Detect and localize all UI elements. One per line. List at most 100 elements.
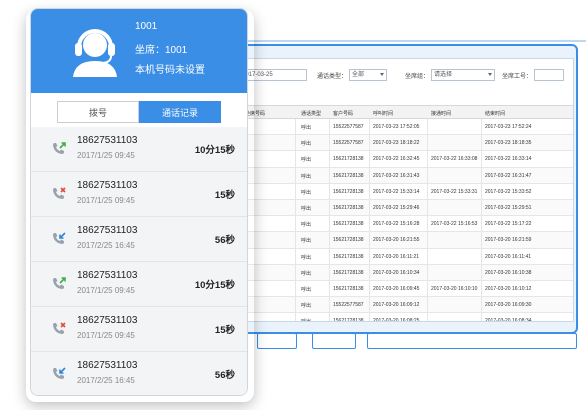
table-row[interactable]: 呼出 15621728138 2017-03-22 16:31:43 2017-03-… xyxy=(237,167,573,184)
column-divider xyxy=(329,183,330,199)
table-row[interactable]: 呼出 15621728138 2017-03-20 16:10:34 2017-03-… xyxy=(237,264,573,281)
phone-incoming-icon xyxy=(51,366,67,382)
column-divider xyxy=(369,135,370,151)
call-duration: 15秒 xyxy=(214,190,235,201)
call-number: 18627531103 xyxy=(77,225,138,236)
table-row[interactable]: 呼出 15522577587 2017-03-20 16:09:12 2017-03-… xyxy=(237,297,573,314)
seat-id-input[interactable] xyxy=(534,69,565,81)
table-cell: 2017-03-20 16:10:38 xyxy=(485,269,532,276)
call-duration: 10分15秒 xyxy=(194,280,235,291)
table-cell: 15621728138 xyxy=(333,204,364,211)
call-log-item[interactable]: 18627531103 2017/1/25 09:45 15秒 xyxy=(31,172,247,217)
column-divider xyxy=(427,199,428,216)
column-divider xyxy=(481,280,482,297)
column-divider xyxy=(369,151,370,167)
table-cell: 15522577587 xyxy=(333,124,364,130)
table-cell: 2017-03-23 17:52:24 xyxy=(485,124,532,130)
table-row[interactable]: 呼出 15621728138 2017-03-22 16:32:45 2017-03-… xyxy=(237,151,573,168)
column-divider xyxy=(329,135,330,151)
column-divider xyxy=(369,280,370,297)
phone-incoming-icon xyxy=(51,231,67,247)
seat-group-label: 坐席组： xyxy=(405,73,430,80)
col-header: 呼叫时间 xyxy=(373,111,394,117)
call-date: 2017/1/25 09:45 xyxy=(77,331,135,340)
col-header: 通话类型 xyxy=(301,111,322,117)
agent-header: 1001 坐席：1001 本机号码未设置 xyxy=(31,9,247,93)
tab-call-log[interactable]: 通话记录 xyxy=(139,101,221,123)
chevron-down-icon xyxy=(488,73,493,76)
call-log-item[interactable]: 18627531103 2017/1/25 09:45 10分15秒 xyxy=(31,262,247,307)
column-divider xyxy=(369,313,370,321)
table-cell: 2017-03-22 16:31:47 xyxy=(485,172,532,179)
column-divider xyxy=(427,264,428,280)
column-divider xyxy=(369,264,370,280)
table-cell: 15621728138 xyxy=(333,237,364,244)
table-cell: 呼出 xyxy=(301,157,312,164)
phone-outgoing-icon xyxy=(51,276,67,292)
table-row[interactable]: 呼出 15621728138 2017-03-20 16:08:25 2017-03-… xyxy=(237,313,573,321)
table-cell: 2017-03-23 18:18:35 xyxy=(485,140,532,147)
table-cell: 15621728138 xyxy=(333,253,364,260)
table-cell: 15522577587 xyxy=(333,140,364,147)
table-row[interactable]: 呼出 15621728138 2017-03-20 16:09:45 2017-03-… xyxy=(237,280,573,298)
table-row[interactable]: 呼出 15621728138 2017-03-20 16:11:21 2017-03-… xyxy=(237,248,573,265)
table-row[interactable]: 呼出 15621728138 2017-03-22 15:29:46 2017-03-… xyxy=(237,199,573,217)
table-cell: 2017-03-22 15:33:52 xyxy=(485,188,532,195)
table-cell: 2017-03-22 15:29:46 xyxy=(373,204,420,211)
column-divider xyxy=(427,297,428,313)
table-cell: 呼出 xyxy=(301,141,312,148)
table-cell: 2017-03-20 16:11:41 xyxy=(485,253,532,260)
column-divider xyxy=(427,248,428,264)
call-date: 2017/1/25 09:45 xyxy=(77,196,135,205)
call-log-item[interactable]: 18627531103 2017/1/25 09:45 15秒 xyxy=(31,307,247,352)
table-cell: 15621728138 xyxy=(333,285,364,292)
call-log-item[interactable]: 18627531103 2017/2/25 16:45 56秒 xyxy=(31,352,247,395)
column-divider xyxy=(295,280,296,297)
column-divider xyxy=(295,232,296,248)
column-divider xyxy=(481,297,482,313)
column-divider xyxy=(295,183,296,199)
headset-agent-icon xyxy=(73,29,117,77)
table-row[interactable]: 呼出 15522577587 2017-03-23 18:18:22 2017-03-… xyxy=(237,135,573,152)
col-header: 结束时间 xyxy=(485,111,506,117)
tab-dial[interactable]: 拨号 xyxy=(57,101,139,123)
seat-id-label: 坐席工号： xyxy=(502,73,533,80)
column-divider xyxy=(329,167,330,183)
call-number: 18627531103 xyxy=(77,315,138,326)
call-log-item[interactable]: 18627531103 2017/2/25 16:45 56秒 xyxy=(31,217,247,262)
table-cell: 呼出 xyxy=(301,270,312,277)
table-cell: 2017-03-23 18:18:22 xyxy=(373,140,420,147)
column-divider xyxy=(295,167,296,183)
column-divider xyxy=(329,216,330,232)
column-divider xyxy=(329,248,330,264)
column-divider xyxy=(427,216,428,232)
table-cell: 2017-03-22 16:33:08 xyxy=(431,156,478,163)
table-cell: 呼出 xyxy=(301,205,312,212)
column-divider xyxy=(427,151,428,167)
column-divider xyxy=(295,151,296,167)
call-number: 18627531103 xyxy=(77,360,138,371)
table-cell: 15621728138 xyxy=(333,221,364,228)
col-header: 客户号码 xyxy=(333,111,354,117)
table-row[interactable]: 呼出 15621728138 2017-03-20 16:21:55 2017-03-… xyxy=(237,232,573,249)
table-cell: 2017-03-20 16:09:45 xyxy=(373,285,420,292)
call-log-item[interactable]: 18627531103 2017/1/25 09:45 10分15秒 xyxy=(31,127,247,172)
call-duration: 15秒 xyxy=(214,325,235,336)
monitor-stand-right xyxy=(367,333,577,349)
seat-group-select[interactable]: 请选择 xyxy=(431,69,496,81)
column-divider xyxy=(369,199,370,216)
column-divider xyxy=(481,232,482,248)
table-row[interactable]: 呼出 15621728138 2017-03-22 15:16:28 2017-03-… xyxy=(237,216,573,233)
table-cell: 呼出 xyxy=(301,189,312,196)
table-cell: 2017-03-22 16:31:43 xyxy=(373,172,420,179)
column-divider xyxy=(329,264,330,280)
table-cell: 15522577587 xyxy=(333,302,364,309)
table-row[interactable]: 呼出 15522577587 2017-03-23 17:52:05 2017-03-… xyxy=(237,119,573,136)
column-divider xyxy=(295,135,296,151)
column-divider xyxy=(369,232,370,248)
call-type-select[interactable]: 全部 xyxy=(349,69,388,81)
agent-id: 1001 xyxy=(135,21,158,32)
tabs: 拨号 通话记录 xyxy=(31,93,247,127)
call-number: 18627531103 xyxy=(77,270,138,281)
table-row[interactable]: 呼出 15621728138 2017-03-22 15:33:14 2017-03-… xyxy=(237,183,573,200)
